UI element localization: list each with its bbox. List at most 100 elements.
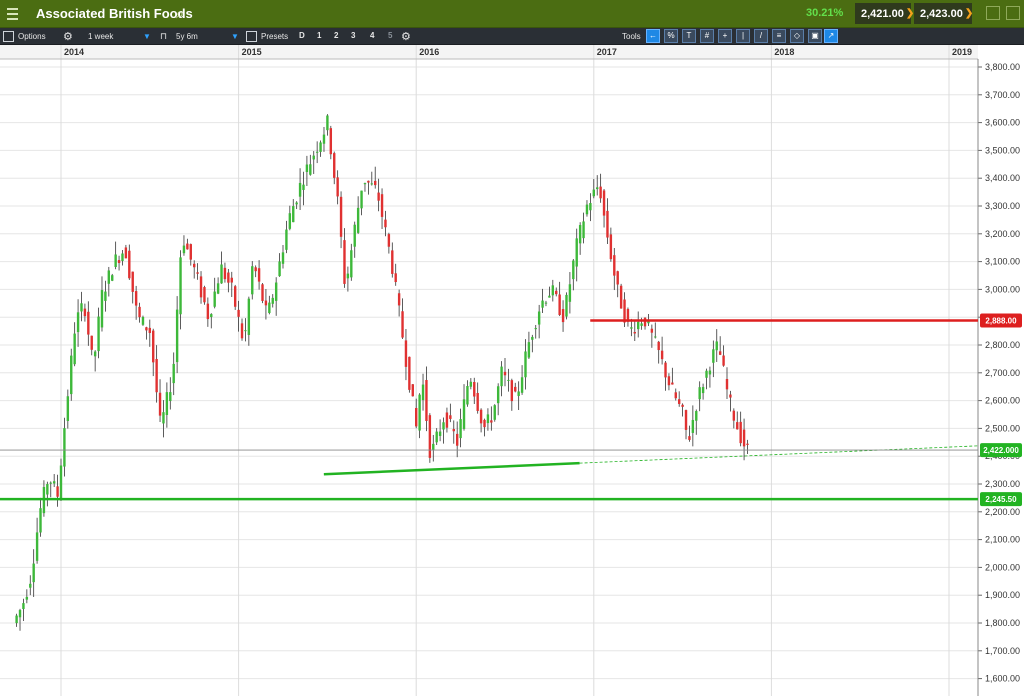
candle-up xyxy=(182,245,186,254)
candle-up xyxy=(59,465,63,500)
bid-arrow-icon: ❯ xyxy=(905,8,915,19)
candle-up xyxy=(165,392,169,416)
interval-chevron-down-icon: ▼ xyxy=(143,32,151,41)
lock-icon[interactable]: ⊓ xyxy=(160,28,167,45)
candle-up xyxy=(353,224,356,247)
candle-up xyxy=(500,366,503,387)
candle-down xyxy=(254,267,257,272)
candle-up xyxy=(312,155,315,160)
candle-up xyxy=(712,349,715,363)
candle-down xyxy=(128,250,131,279)
preset-3[interactable]: 3 xyxy=(351,31,355,40)
y-tick-label: 3,200.00 xyxy=(985,229,1020,239)
candle-down xyxy=(558,294,561,315)
grid-icon[interactable]: # xyxy=(700,29,714,43)
candle-up xyxy=(288,213,292,229)
y-tick-label: 2,600.00 xyxy=(985,396,1020,406)
candle-up xyxy=(271,297,274,304)
candle-up xyxy=(541,300,544,308)
ask-price-button[interactable]: 2,423.00 ❯ xyxy=(914,3,973,24)
x-tick-label: 2014 xyxy=(64,47,84,57)
candle-down xyxy=(408,356,411,390)
candle-down xyxy=(599,186,602,199)
candle-up xyxy=(80,303,83,312)
candle-down xyxy=(339,196,343,237)
candle-down xyxy=(233,286,237,307)
candle-down xyxy=(384,219,387,228)
candle-up xyxy=(93,351,97,357)
candle-down xyxy=(729,394,732,398)
candle-down xyxy=(155,359,158,393)
search-icon[interactable]: ⌕ xyxy=(176,5,184,22)
candle-up xyxy=(418,394,421,431)
draw-line-icon[interactable]: / xyxy=(754,29,768,43)
candle-up xyxy=(493,405,496,420)
candle-down xyxy=(677,399,681,404)
print-icon[interactable]: ▣ xyxy=(808,29,822,43)
candle-down xyxy=(681,404,684,407)
candle-up xyxy=(507,379,510,381)
chart-settings-gear-icon[interactable]: ⚙ xyxy=(401,28,411,45)
candle-down xyxy=(377,192,380,201)
x-tick-label: 2018 xyxy=(774,47,794,57)
candle-up xyxy=(111,275,114,281)
back-arrow-icon[interactable]: ← xyxy=(646,29,660,43)
candle-up xyxy=(18,610,22,618)
candle-down xyxy=(732,410,736,421)
candle-up xyxy=(141,316,145,325)
eraser-icon[interactable]: ◇ xyxy=(790,29,804,43)
chart-toolbar: Options ⚙ 1 week ▼ ⊓ 5y 6m ▼ Presets D 1… xyxy=(0,28,1024,45)
candle-down xyxy=(606,210,609,238)
candle-up xyxy=(70,355,73,395)
candle-down xyxy=(490,420,493,423)
candle-down xyxy=(718,351,722,355)
trendline-extension xyxy=(579,445,979,464)
interval-value: 1 week xyxy=(88,32,114,41)
preset-5[interactable]: 5 xyxy=(388,31,392,40)
candle-up xyxy=(421,384,425,401)
text-tool-icon[interactable]: T xyxy=(682,29,696,43)
range-dropdown[interactable]: 5y 6m ▼ xyxy=(176,28,242,45)
percent-icon[interactable]: % xyxy=(664,29,678,43)
fibonacci-icon[interactable]: ≡ xyxy=(772,29,786,43)
candle-up xyxy=(29,583,32,588)
candle-down xyxy=(746,443,749,445)
x-tick-label: 2016 xyxy=(419,47,439,57)
price-chart[interactable]: 1,600.00 1,700.00 1,800.00 1,900.00 2,000.00… xyxy=(0,45,1024,696)
restore-window-icon[interactable] xyxy=(986,6,1000,20)
preset-1[interactable]: 1 xyxy=(317,31,321,40)
share-icon[interactable]: ↗ xyxy=(824,29,838,43)
interval-dropdown[interactable]: 1 week ▼ xyxy=(88,28,154,45)
preset-2[interactable]: 2 xyxy=(334,31,338,40)
y-tick-label: 2,000.00 xyxy=(985,562,1020,572)
candle-down xyxy=(223,267,227,280)
settings-gear-icon[interactable]: ⚙ xyxy=(63,28,73,45)
candle-up xyxy=(691,419,695,433)
candle-down xyxy=(722,355,725,366)
y-tick-label: 2,800.00 xyxy=(985,340,1020,350)
crosshair-icon[interactable]: + xyxy=(718,29,732,43)
candle-down xyxy=(193,263,196,268)
options-button[interactable]: Options xyxy=(3,28,46,45)
menu-icon[interactable] xyxy=(0,0,24,28)
x-tick-label: 2017 xyxy=(597,47,617,57)
candle-down xyxy=(186,243,189,250)
candle-down xyxy=(145,327,148,331)
preset-4[interactable]: 4 xyxy=(370,31,374,40)
presets-button[interactable]: Presets xyxy=(246,28,288,45)
candle-up xyxy=(15,615,18,624)
bid-price-button[interactable]: 2,421.00 ❯ xyxy=(855,3,915,24)
candle-down xyxy=(415,407,418,427)
candle-up xyxy=(213,291,216,307)
bid-price: 2,421.00 xyxy=(861,7,904,20)
candle-icon[interactable]: | xyxy=(736,29,750,43)
preset-d[interactable]: D xyxy=(299,31,305,40)
y-tick-label: 2,700.00 xyxy=(985,368,1020,378)
candle-down xyxy=(555,290,558,295)
candle-down xyxy=(739,421,742,444)
price-tag-label: 2,422.000 xyxy=(983,446,1019,455)
candle-up xyxy=(527,342,531,358)
expand-window-icon[interactable] xyxy=(1006,6,1020,20)
candle-up xyxy=(46,484,49,495)
support-trendline xyxy=(323,461,580,476)
